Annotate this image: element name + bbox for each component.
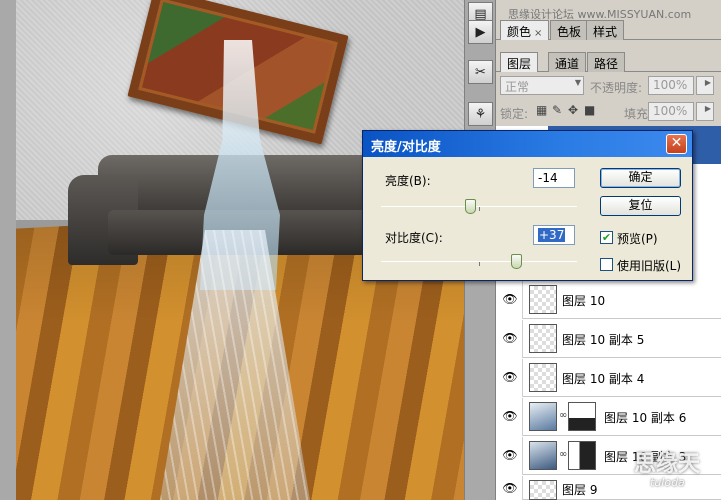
opacity-arrow[interactable]: ▶ [696, 76, 714, 95]
ok-button[interactable]: 确定 [600, 168, 681, 188]
preview-checkbox[interactable]: ✔ [600, 231, 613, 244]
watermark-logo-sub: tuloda [650, 476, 685, 489]
layer-thumbnail [529, 285, 557, 314]
layer-thumbnail [529, 324, 557, 353]
tools-icon[interactable]: ✂ [468, 60, 493, 84]
blend-mode-select[interactable]: 正常 ▼ [500, 76, 584, 95]
close-icon[interactable]: × [534, 28, 542, 39]
visibility-toggle[interactable]: 👁 [496, 437, 523, 475]
fill-input[interactable]: 100% [648, 102, 694, 121]
layer-name: 图层 9 [562, 483, 598, 497]
chevron-right-icon: ▶ [704, 104, 711, 113]
dialog-title: 亮度/对比度 [371, 140, 441, 155]
legacy-label: 使用旧版(L) [617, 259, 682, 273]
brightness-contrast-dialog: 亮度/对比度 ✕ 亮度(B): -14 对比度(C): +37 确定 复位 ✔ … [362, 130, 693, 281]
contrast-input[interactable]: +37 [533, 225, 575, 245]
contrast-slider-thumb[interactable] [511, 254, 522, 269]
tab-channels[interactable]: 通道 [548, 52, 587, 72]
visibility-toggle[interactable]: 👁 [496, 398, 523, 436]
layer-row[interactable]: 👁 图层 9 [496, 476, 721, 500]
chevron-right-icon: ▶ [704, 78, 711, 87]
brightness-input[interactable]: -14 [533, 168, 575, 188]
layer-row[interactable]: 👁 图层 10 副本 5 [496, 320, 721, 358]
tab-styles[interactable]: 样式 [586, 20, 625, 40]
lock-move-icon[interactable]: ✥ [568, 103, 578, 117]
visibility-toggle[interactable]: 👁 [496, 476, 523, 500]
brightness-center-tick [479, 207, 480, 211]
layers-tabs: 图层 通道 路径 [496, 50, 721, 72]
opacity-label: 不透明度: [590, 81, 643, 95]
visibility-toggle[interactable]: 👁 [496, 320, 523, 358]
eye-icon: 👁 [502, 292, 518, 306]
close-icon: ✕ [670, 135, 683, 151]
opacity-input[interactable]: 100% [648, 76, 694, 95]
lock-all-icon[interactable]: ■ [584, 103, 595, 117]
actions-play-icon[interactable]: ▶ [468, 20, 493, 44]
layer-name: 图层 10 副本 4 [562, 372, 645, 386]
preview-label: 预览(P) [617, 232, 658, 246]
lock-paint-icon[interactable]: ✎ [552, 103, 562, 117]
chevron-down-icon: ▼ [574, 78, 581, 87]
brush-icon[interactable]: ⚘ [468, 102, 493, 126]
layer-row[interactable]: 👁 图层 10 [496, 281, 721, 319]
visibility-toggle[interactable]: 👁 [496, 359, 523, 397]
brightness-slider-thumb[interactable] [465, 199, 476, 214]
layer-thumbnail [529, 363, 557, 392]
dialog-titlebar[interactable]: 亮度/对比度 ✕ [363, 131, 692, 157]
tab-layers[interactable]: 图层 [500, 52, 539, 72]
layer-mask-thumbnail[interactable] [568, 441, 596, 470]
contrast-center-tick [479, 262, 480, 266]
legacy-checkbox[interactable] [600, 258, 613, 271]
layer-name: 图层 10 [562, 294, 606, 308]
reset-button[interactable]: 复位 [600, 196, 681, 216]
link-icon: ∞ [559, 410, 568, 421]
lock-row: 锁定: ▦ ✎ ✥ ■ 填充: 100% ▶ [496, 102, 721, 126]
contrast-label: 对比度(C): [385, 231, 443, 245]
eye-icon: 👁 [502, 331, 518, 345]
brightness-label: 亮度(B): [385, 174, 431, 188]
layer-name: 图层 10 副本 6 [604, 411, 687, 425]
eye-icon: 👁 [502, 448, 518, 462]
eye-icon: 👁 [502, 409, 518, 423]
tab-swatches[interactable]: 色板 [550, 20, 589, 40]
layer-row[interactable]: 👁 ∞ 图层 10 副本 6 [496, 398, 721, 436]
layer-name: 图层 10 副本 5 [562, 333, 645, 347]
layer-thumbnail [529, 402, 557, 431]
link-icon: ∞ [559, 449, 568, 460]
watermark-site: 思缘设计论坛 www.MISSYUAN.com [508, 8, 692, 21]
lock-transparency-icon[interactable]: ▦ [536, 103, 547, 117]
tab-color[interactable]: 颜色 × [500, 20, 550, 40]
canvas-pasteboard [0, 0, 16, 500]
layer-row[interactable]: 👁 图层 10 副本 4 [496, 359, 721, 397]
eye-icon: 👁 [502, 481, 518, 495]
fill-arrow[interactable]: ▶ [696, 102, 714, 121]
visibility-toggle[interactable]: 👁 [496, 281, 523, 319]
layer-thumbnail [529, 480, 557, 500]
blend-row: 正常 ▼ 不透明度: 100% ▶ [496, 76, 721, 100]
lock-label: 锁定: [500, 107, 529, 121]
eye-icon: 👁 [502, 370, 518, 384]
layer-thumbnail [529, 441, 557, 470]
tab-paths[interactable]: 路径 [587, 52, 626, 72]
close-button[interactable]: ✕ [666, 134, 687, 154]
layer-mask-thumbnail[interactable] [568, 402, 596, 431]
watermark-logo: 思缘天 [634, 452, 701, 477]
